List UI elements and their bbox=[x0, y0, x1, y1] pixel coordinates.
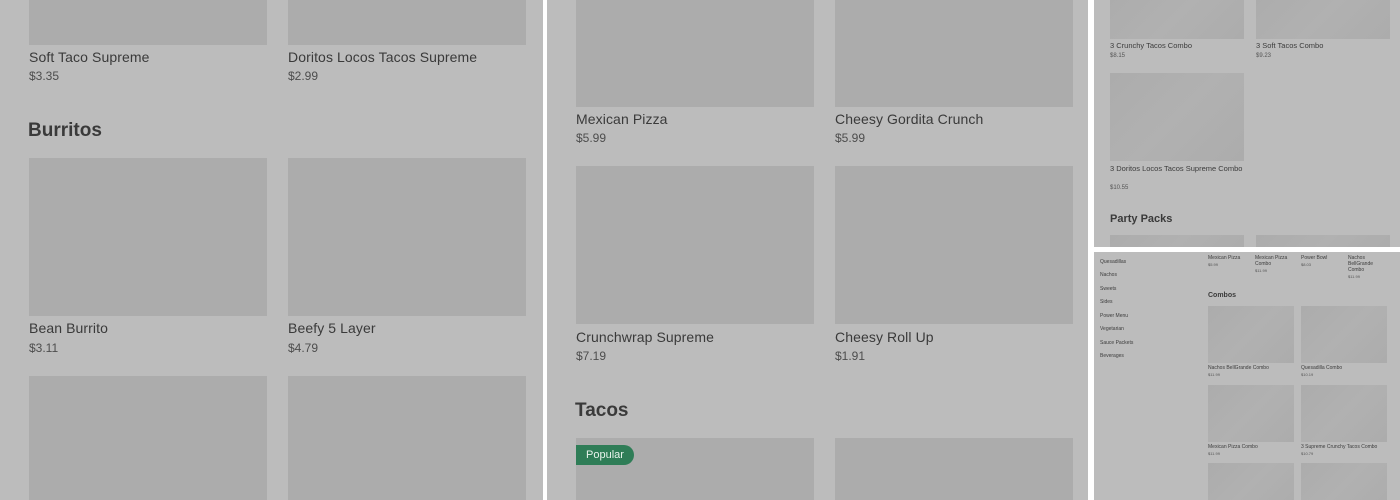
menu-item-name[interactable]: Beefy 5 Layer bbox=[288, 320, 376, 336]
section-heading: Combos bbox=[1208, 292, 1236, 299]
menu-item-image[interactable] bbox=[1208, 306, 1294, 363]
menu-item-image[interactable] bbox=[29, 376, 267, 500]
menu-item-image[interactable] bbox=[576, 166, 814, 324]
section-heading: Burritos bbox=[28, 120, 102, 141]
menu-item-name[interactable]: Doritos Locos Tacos Supreme bbox=[288, 49, 477, 65]
section-heading: Party Packs bbox=[1110, 213, 1173, 225]
menu-item-image[interactable] bbox=[1208, 385, 1294, 442]
menu-item-name[interactable]: Nachos BellGrande Combo bbox=[1208, 365, 1294, 371]
menu-item-price: $5.99 bbox=[835, 131, 866, 145]
menu-item-image[interactable] bbox=[1256, 0, 1390, 39]
menu-item-image[interactable] bbox=[29, 0, 267, 45]
menu-panel-tacos: Mexican Pizza $5.99 Cheesy Gordita Crunc… bbox=[547, 0, 1088, 500]
sidebar-item-quesadillas[interactable]: Quesadillas bbox=[1100, 259, 1126, 265]
menu-item-image[interactable] bbox=[1301, 463, 1387, 500]
menu-item-price: $11.99 bbox=[1208, 451, 1220, 456]
menu-item-price: $2.99 bbox=[288, 69, 319, 83]
menu-item-image[interactable] bbox=[1256, 235, 1390, 247]
menu-item-image[interactable] bbox=[1110, 0, 1244, 39]
menu-item-image[interactable] bbox=[288, 158, 526, 316]
menu-item-name[interactable]: Mexican Pizza Combo bbox=[1255, 255, 1295, 267]
sidebar-item-nachos[interactable]: Nachos bbox=[1100, 272, 1117, 278]
menu-item-price: $7.19 bbox=[576, 349, 607, 363]
menu-item-image[interactable] bbox=[1301, 306, 1387, 363]
menu-item-image[interactable] bbox=[288, 376, 526, 500]
menu-item-name[interactable]: Power Bowl bbox=[1301, 255, 1341, 261]
menu-item-image[interactable] bbox=[29, 158, 267, 316]
sidebar-item-sauce-packets[interactable]: Sauce Packets bbox=[1100, 340, 1133, 346]
menu-item-name[interactable]: Cheesy Gordita Crunch bbox=[835, 111, 983, 127]
menu-item-image[interactable] bbox=[1208, 463, 1294, 500]
menu-item-price: $10.79 bbox=[1301, 451, 1314, 456]
menu-item-price: $4.79 bbox=[288, 341, 319, 355]
menu-item-image[interactable] bbox=[1110, 73, 1244, 161]
menu-item-image[interactable] bbox=[835, 438, 1073, 500]
menu-panel-combos: 3 Crunchy Tacos Combo $8.15 3 Soft Tacos… bbox=[1094, 0, 1400, 247]
menu-item-name[interactable]: Mexican Pizza Combo bbox=[1208, 444, 1294, 450]
menu-item-price: $11.99 bbox=[1255, 268, 1267, 273]
menu-item-price: $1.91 bbox=[835, 349, 866, 363]
sidebar-item-vegetarian[interactable]: Vegetarian bbox=[1100, 326, 1124, 332]
section-heading: Tacos bbox=[575, 400, 629, 421]
menu-item-price: $10.19 bbox=[1301, 372, 1314, 377]
menu-item-name[interactable]: 3 Soft Tacos Combo bbox=[1256, 41, 1390, 51]
sidebar-item-beverages[interactable]: Beverages bbox=[1100, 353, 1124, 359]
menu-item-name[interactable]: Soft Taco Supreme bbox=[29, 49, 150, 65]
sidebar-item-sides[interactable]: Sides bbox=[1100, 299, 1113, 305]
menu-item-name[interactable]: 3 Crunchy Tacos Combo bbox=[1110, 41, 1244, 51]
menu-item-name[interactable]: 3 Supreme Crunchy Tacos Combo bbox=[1301, 444, 1387, 450]
popular-badge: Popular bbox=[576, 445, 634, 465]
menu-panel-burritos: Soft Taco Supreme $3.35 Doritos Locos Ta… bbox=[0, 0, 543, 500]
menu-item-name[interactable]: Mexican Pizza bbox=[576, 111, 668, 127]
menu-item-price: $11.99 bbox=[1348, 274, 1360, 279]
menu-item-price: $5.99 bbox=[576, 131, 607, 145]
menu-item-image[interactable] bbox=[576, 0, 814, 107]
menu-item-price: $8.15 bbox=[1110, 53, 1126, 59]
menu-item-price: $10.55 bbox=[1110, 185, 1129, 191]
menu-item-image[interactable] bbox=[288, 0, 526, 45]
menu-item-price: $5.99 bbox=[1208, 262, 1219, 267]
menu-item-price: $8.03 bbox=[1301, 262, 1312, 267]
menu-item-price: $3.35 bbox=[29, 69, 60, 83]
menu-item-name[interactable]: Nachos BellGrande Combo bbox=[1348, 255, 1376, 273]
menu-item-price: $3.11 bbox=[29, 341, 59, 355]
menu-item-name[interactable]: Cheesy Roll Up bbox=[835, 329, 934, 345]
menu-item-name[interactable]: Mexican Pizza bbox=[1208, 255, 1248, 261]
menu-item-name[interactable]: Bean Burrito bbox=[29, 320, 108, 336]
menu-item-price: $11.99 bbox=[1208, 372, 1220, 377]
menu-item-image[interactable] bbox=[835, 166, 1073, 324]
sidebar-item-sweets[interactable]: Sweets bbox=[1100, 286, 1116, 292]
menu-item-image[interactable] bbox=[835, 0, 1073, 107]
menu-item-image[interactable] bbox=[1301, 385, 1387, 442]
menu-item-name[interactable]: 3 Doritos Locos Tacos Supreme Combo bbox=[1110, 164, 1244, 174]
menu-item-image[interactable] bbox=[1110, 235, 1244, 247]
menu-item-price: $9.23 bbox=[1256, 53, 1272, 59]
menu-item-name[interactable]: Quesadilla Combo bbox=[1301, 365, 1387, 371]
menu-panel-overview: Quesadillas Nachos Sweets Sides Power Me… bbox=[1094, 252, 1400, 500]
sidebar-item-power-menu[interactable]: Power Menu bbox=[1100, 313, 1128, 319]
menu-item-name[interactable]: Crunchwrap Supreme bbox=[576, 329, 714, 345]
